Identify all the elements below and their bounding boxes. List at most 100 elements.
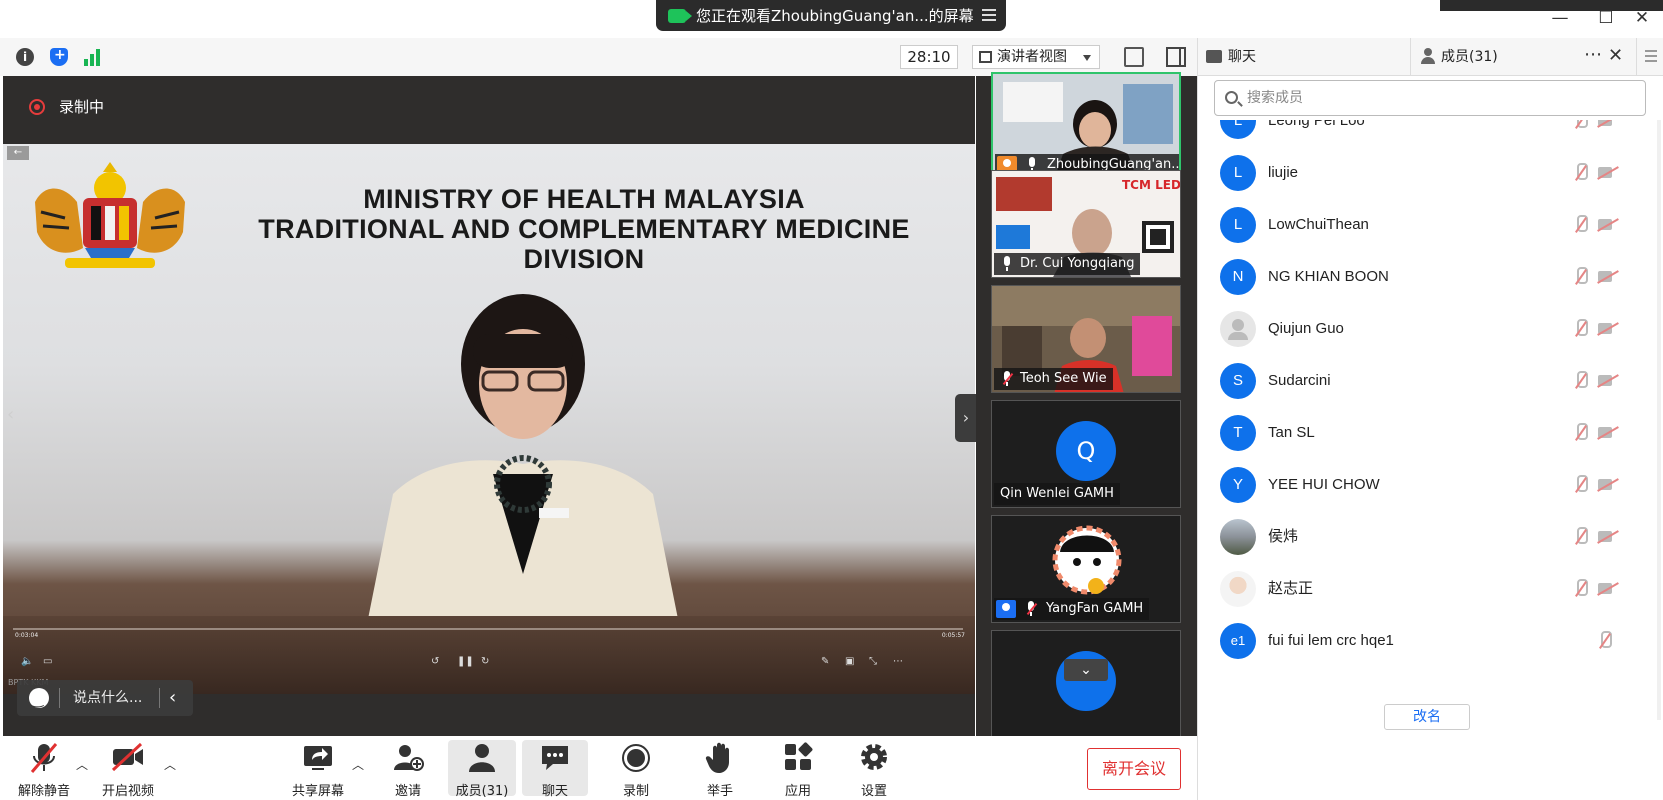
- share-screen-button[interactable]: 共享屏幕: [286, 736, 350, 800]
- thumbnail-tile[interactable]: YangFan GAMH: [991, 515, 1181, 623]
- pen-icon[interactable]: ✎: [821, 656, 829, 670]
- thumbnail-tile[interactable]: ⌄: [991, 630, 1181, 738]
- list-item[interactable]: Y YEE HUI CHOW: [1198, 459, 1663, 511]
- add-person-icon: [394, 745, 424, 771]
- mic-muted-icon: [1574, 267, 1588, 287]
- shrink-icon[interactable]: ⤡: [869, 656, 877, 670]
- pause-icon[interactable]: ❚❚: [457, 656, 474, 670]
- chevron-down-icon: [1083, 55, 1091, 61]
- start-video-button[interactable]: 开启视频: [98, 736, 158, 800]
- apps-button[interactable]: 应用: [770, 736, 826, 800]
- quick-chat-placeholder[interactable]: 说点什么...: [73, 680, 142, 716]
- video-seek-bar[interactable]: [13, 628, 963, 630]
- list-item[interactable]: L liujie: [1198, 147, 1663, 199]
- thumbnail-tile[interactable]: ZhoubingGuang'an...: [991, 72, 1181, 180]
- shared-screen-video: ← MINISTRY OF HEALTH MALAYSIA TRADITIONA…: [3, 144, 975, 694]
- member-list-scrollbar[interactable]: [1657, 120, 1661, 720]
- avatar: [1220, 311, 1256, 347]
- video-off-icon: [1598, 477, 1620, 493]
- thumbnail-tile[interactable]: TCM LED Talk Dr. Cui Yongqiang: [991, 170, 1181, 278]
- rename-button[interactable]: 改名: [1384, 704, 1470, 730]
- search-icon: [1225, 91, 1238, 104]
- shield-icon[interactable]: [50, 47, 68, 66]
- list-item[interactable]: L Leong Pei Loo: [1198, 120, 1663, 147]
- mic-muted-icon: [1574, 423, 1588, 443]
- record-button[interactable]: 录制: [608, 736, 664, 800]
- participants-panel: 聊天 成员(31) ⋯ ✕ L Leong Pei Loo: [1197, 38, 1663, 800]
- rewind-icon[interactable]: ↺: [431, 656, 439, 670]
- previous-arrow-icon[interactable]: ‹: [7, 404, 14, 425]
- fullscreen-icon[interactable]: [1124, 47, 1144, 67]
- member-search-input[interactable]: [1247, 85, 1637, 111]
- quick-chat-bar[interactable]: 说点什么... ‹: [17, 680, 193, 718]
- audio-options-chevron-icon[interactable]: ︿: [76, 756, 88, 773]
- info-icon[interactable]: i: [16, 48, 34, 66]
- invite-button[interactable]: 邀请: [378, 736, 438, 800]
- thumbnail-tile[interactable]: Teoh See Wie: [991, 285, 1181, 393]
- avatar: L: [1220, 207, 1256, 243]
- list-item[interactable]: e1 fui fui lem crc hqe1: [1198, 615, 1663, 667]
- video-off-icon: [1598, 269, 1620, 285]
- signal-bars-icon[interactable]: [84, 48, 102, 66]
- list-item[interactable]: T Tan SL: [1198, 407, 1663, 459]
- raise-hand-button[interactable]: 举手: [692, 736, 748, 800]
- more-options-icon[interactable]: ⋯: [1584, 44, 1602, 65]
- invite-label: 邀请: [394, 784, 421, 799]
- thumbnail-name: Teoh See Wie: [1020, 371, 1107, 386]
- view-mode-dropdown[interactable]: 演讲者视图: [972, 45, 1100, 69]
- tab-members[interactable]: 成员(31): [1411, 38, 1591, 76]
- more-options-icon[interactable]: ⋯: [893, 656, 903, 670]
- settings-label: 设置: [860, 784, 887, 799]
- pip-icon[interactable]: ▣: [845, 656, 854, 670]
- avatar: Y: [1220, 467, 1256, 503]
- chat-button[interactable]: 聊天: [522, 740, 588, 799]
- member-name: 赵志正: [1268, 580, 1314, 597]
- close-panel-icon[interactable]: ✕: [1608, 45, 1623, 66]
- forward-icon[interactable]: ↻: [481, 656, 489, 670]
- list-item[interactable]: S Sudarcini: [1198, 355, 1663, 407]
- thumbnail-strip-toggle[interactable]: ›: [955, 394, 977, 442]
- malaysia-coat-of-arms-logo: [35, 162, 185, 268]
- video-options-chevron-icon[interactable]: ︿: [164, 756, 176, 773]
- raise-hand-label: 举手: [706, 784, 733, 799]
- chevron-down-icon: ⌄: [1080, 662, 1092, 678]
- list-item[interactable]: 侯炜: [1198, 511, 1663, 563]
- tab-chat[interactable]: 聊天: [1198, 38, 1411, 76]
- sidebar-toggle-icon[interactable]: [1166, 47, 1186, 67]
- gear-icon: [861, 744, 887, 770]
- share-options-chevron-icon[interactable]: ︿: [352, 756, 364, 773]
- maximize-icon[interactable]: ☐: [1594, 8, 1618, 28]
- record-label: 录制: [622, 784, 649, 799]
- member-name: 侯炜: [1268, 528, 1299, 545]
- participants-label: 成员(31): [455, 784, 509, 799]
- avatar: S: [1220, 363, 1256, 399]
- volume-icon[interactable]: 🔈: [21, 656, 33, 670]
- unmute-button[interactable]: 解除静音: [14, 736, 74, 800]
- member-name: Qiujun Guo: [1268, 320, 1344, 337]
- list-item[interactable]: Qiujun Guo: [1198, 303, 1663, 355]
- settings-button[interactable]: 设置: [846, 736, 902, 800]
- mic-muted-icon: [1574, 215, 1588, 235]
- caption-icon[interactable]: ▭: [43, 656, 52, 670]
- minimize-icon[interactable]: —: [1548, 8, 1572, 28]
- panel-menu-icon[interactable]: [1636, 38, 1663, 76]
- video-total-time: 0:05:57: [941, 632, 965, 639]
- emoji-icon[interactable]: [29, 682, 49, 718]
- member-search-box[interactable]: [1214, 80, 1646, 116]
- menu-icon[interactable]: [982, 9, 996, 21]
- list-item[interactable]: 赵志正: [1198, 563, 1663, 615]
- leave-meeting-button[interactable]: 离开会议: [1087, 748, 1181, 790]
- tab-chat-label: 聊天: [1228, 49, 1256, 65]
- back-arrow-icon[interactable]: ←: [7, 146, 29, 160]
- close-window-icon[interactable]: ✕: [1630, 8, 1654, 28]
- thumbnail-tile[interactable]: Q Qin Wenlei GAMH: [991, 400, 1181, 508]
- list-item[interactable]: N NG KHIAN BOON: [1198, 251, 1663, 303]
- participants-button[interactable]: 成员(31): [448, 740, 516, 799]
- participant-initial-avatar: Q: [1056, 421, 1116, 481]
- chevron-left-icon[interactable]: ‹: [169, 680, 176, 716]
- scroll-down-button[interactable]: ⌄: [1064, 659, 1108, 681]
- list-item[interactable]: L LowChuiThean: [1198, 199, 1663, 251]
- screen-share-banner[interactable]: 您正在观看ZhoubingGuang'an...的屏幕: [656, 0, 1006, 31]
- video-elapsed-time: 0:03:04: [15, 632, 39, 639]
- mic-muted-icon: [1598, 631, 1612, 651]
